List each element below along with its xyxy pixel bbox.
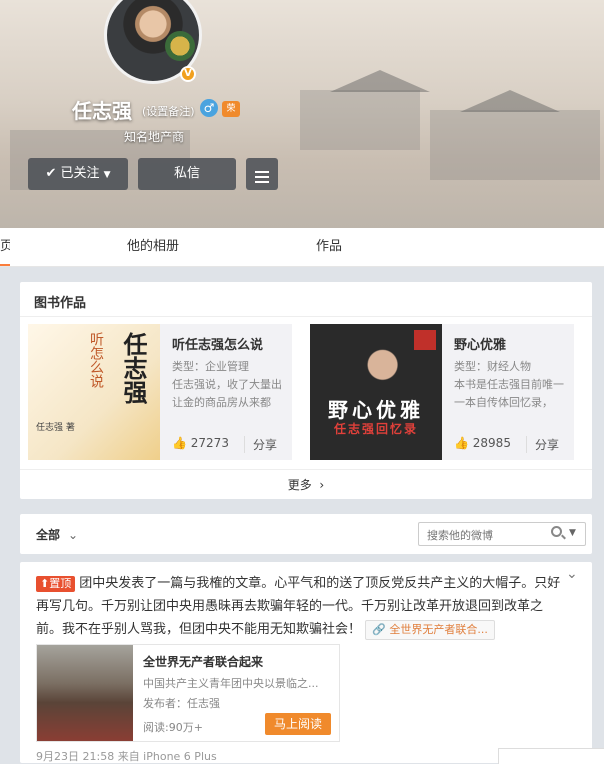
caret-down-icon[interactable]: ▼ bbox=[569, 528, 576, 538]
book-desc: 任志强说，收了大量出让金的商品房从来都不... bbox=[172, 378, 282, 409]
cover-subtitle: 任志强回忆录 bbox=[333, 422, 418, 436]
weibo-post: ⌄ ⬆置顶 团中央发表了一篇与我榷的文章。心平气和的送了顶反党反共产主义的大帽子… bbox=[20, 562, 592, 763]
more-menu-button[interactable] bbox=[246, 158, 278, 190]
check-icon: ✔ bbox=[45, 166, 57, 181]
search-input[interactable] bbox=[425, 526, 549, 544]
profile-name: 任志强 bbox=[72, 99, 132, 123]
post-link[interactable]: 🔗 全世界无产者联合... bbox=[365, 620, 495, 640]
more-books-link[interactable]: 更多 › bbox=[20, 469, 592, 500]
profile-cover: V 任志强 (设置备注) ♂ 荣 知名地产商 ✔ 已关注 ▼ 私信 bbox=[0, 0, 604, 228]
share-button[interactable]: 分享 bbox=[244, 436, 277, 453]
message-button[interactable]: 私信 bbox=[138, 158, 236, 190]
cover-house bbox=[430, 110, 600, 180]
thumbs-up-icon: 👍 bbox=[454, 436, 469, 450]
book-cover[interactable]: 听怎么说 任志强 任志强 著 bbox=[28, 324, 160, 460]
cover-text: 听怎么说 bbox=[88, 332, 104, 388]
pinned-label: 置顶 bbox=[49, 577, 72, 590]
set-remark-link[interactable]: (设置备注) bbox=[142, 103, 195, 119]
followed-button[interactable]: ✔ 已关注 ▼ bbox=[28, 158, 128, 190]
book-title[interactable]: 野心优雅 bbox=[454, 334, 506, 353]
article-title[interactable]: 全世界无产者联合起来 bbox=[143, 653, 263, 670]
cover-author: 任志强 著 bbox=[36, 423, 75, 433]
article-card[interactable]: 全世界无产者联合起来 中国共产主义青年团中央以景临之... 发布者：任志强 阅读… bbox=[36, 644, 340, 742]
pinned-badge: ⬆置顶 bbox=[36, 576, 76, 592]
followed-label: 已关注 bbox=[60, 166, 100, 181]
post-link-label: 全世界无产者联合... bbox=[389, 623, 488, 636]
male-gender-icon: ♂ bbox=[200, 99, 218, 117]
book-title[interactable]: 听任志强怎么说 bbox=[172, 334, 263, 353]
feed-filter-label: 全部 bbox=[36, 528, 61, 542]
thumbs-up-icon: 👍 bbox=[172, 436, 187, 450]
tab-active-indicator bbox=[0, 264, 10, 266]
profile-tabs: 页 他的相册 作品 bbox=[0, 228, 604, 267]
search-icon[interactable] bbox=[551, 526, 562, 537]
read-now-button[interactable]: 马上阅读 bbox=[265, 713, 331, 735]
like-count: 27273 bbox=[190, 436, 229, 450]
book-item[interactable]: 野心优雅 任志强回忆录 野心优雅 类型：财经人物 本书是任志强目前唯一一本自传体… bbox=[310, 324, 574, 460]
article-publisher: 发布者：任志强 bbox=[143, 697, 220, 710]
cover-tag bbox=[414, 330, 436, 350]
link-icon: 🔗 bbox=[372, 623, 386, 636]
chevron-right-icon: › bbox=[315, 478, 325, 492]
book-desc: 本书是任志强目前唯一一本自传体回忆录，区... bbox=[454, 378, 564, 409]
tab-home[interactable]: 页 bbox=[0, 228, 10, 266]
hamburger-icon bbox=[255, 171, 269, 173]
cover-house bbox=[300, 90, 420, 150]
more-label: 更多 bbox=[287, 478, 312, 492]
cover-title: 任志强 bbox=[119, 332, 147, 404]
cover-roof bbox=[330, 70, 430, 92]
books-card-title: 图书作品 bbox=[34, 296, 87, 311]
like-button[interactable]: 👍 27273 bbox=[172, 436, 229, 450]
medal-icon[interactable]: 荣 bbox=[222, 101, 240, 117]
divider bbox=[20, 316, 592, 317]
cover-roof bbox=[460, 90, 560, 112]
floating-side-tab[interactable] bbox=[498, 748, 604, 764]
chevron-down-icon: ⌄ bbox=[64, 528, 79, 542]
verified-v-icon: V bbox=[180, 66, 196, 82]
like-count: 28985 bbox=[472, 436, 511, 450]
search-box[interactable]: ▼ bbox=[418, 522, 586, 546]
like-button[interactable]: 👍 28985 bbox=[454, 436, 511, 450]
books-card: 图书作品 听怎么说 任志强 任志强 著 听任志强怎么说 类型：企业管理 任志强说… bbox=[20, 282, 592, 499]
book-type: 类型：财经人物 bbox=[454, 360, 531, 373]
book-item[interactable]: 听怎么说 任志强 任志强 著 听任志强怎么说 类型：企业管理 任志强说，收了大量… bbox=[28, 324, 292, 460]
book-cover[interactable]: 野心优雅 任志强回忆录 bbox=[310, 324, 442, 460]
feed-filter-dropdown[interactable]: 全部 ⌄ bbox=[36, 526, 78, 543]
feed-filter-bar: 全部 ⌄ ▼ bbox=[20, 514, 592, 554]
pin-icon: ⬆ bbox=[40, 577, 50, 590]
avatar-badge-icon bbox=[165, 31, 195, 61]
tab-albums[interactable]: 他的相册 bbox=[127, 228, 179, 266]
profile-bio: 知名地产商 bbox=[124, 130, 185, 144]
share-button[interactable]: 分享 bbox=[526, 436, 559, 453]
article-desc: 中国共产主义青年团中央以景临之... bbox=[143, 677, 319, 690]
article-image[interactable] bbox=[37, 645, 133, 741]
tab-works[interactable]: 作品 bbox=[316, 228, 342, 266]
chevron-down-icon[interactable]: ⌄ bbox=[566, 566, 578, 582]
post-meta: 9月23日 21:58 来自 iPhone 6 Plus bbox=[36, 750, 217, 763]
book-type: 类型：企业管理 bbox=[172, 360, 249, 373]
cover-title: 野心优雅 bbox=[328, 398, 424, 422]
article-read-count: 阅读:90万+ bbox=[143, 721, 203, 734]
caret-down-icon: ▼ bbox=[103, 170, 111, 180]
post-content: ⬆置顶 团中央发表了一篇与我榷的文章。心平气和的送了顶反党反共产主义的大帽子。只… bbox=[36, 572, 566, 641]
